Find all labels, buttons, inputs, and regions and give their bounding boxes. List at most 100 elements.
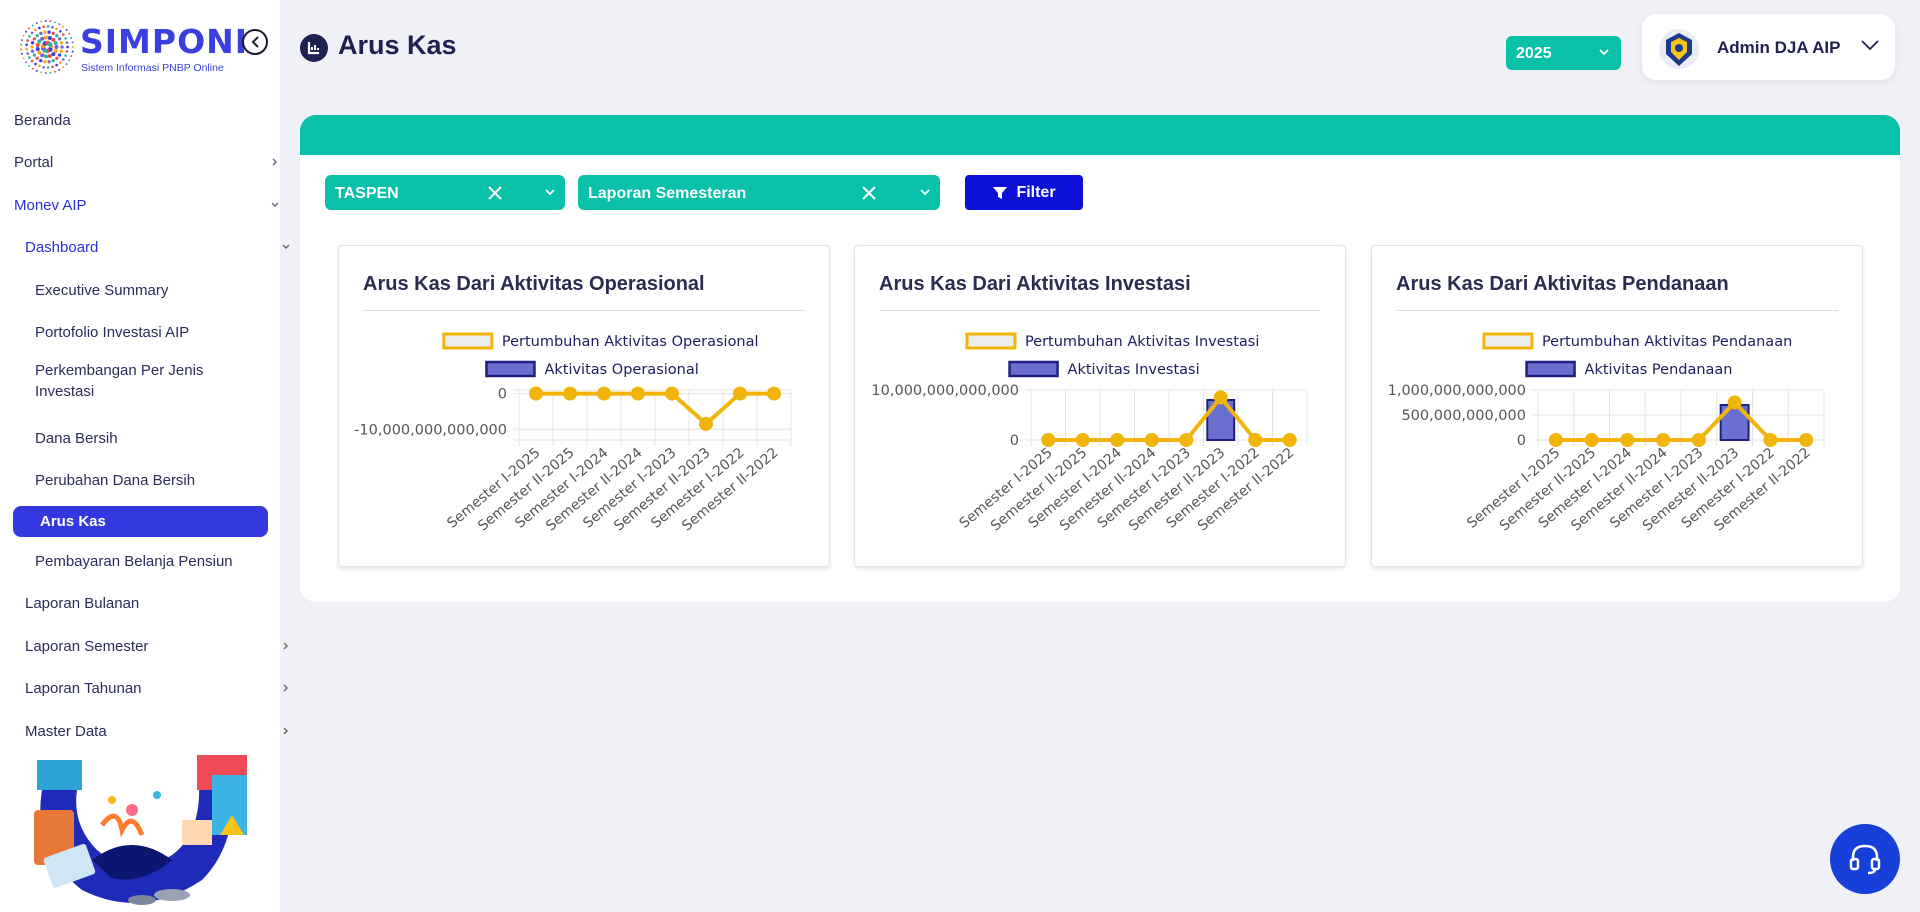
data-point (1041, 433, 1056, 447)
y-tick-label: -10,000,000,000,000 (354, 422, 507, 438)
sidebar-item-label: Beranda (14, 111, 71, 129)
legend-label: Pertumbuhan Aktivitas Pendanaan (1542, 334, 1792, 350)
sidebar-item-label: Portofolio Investasi AIP (35, 323, 190, 341)
sidebar-item-executive-summary[interactable]: Executive Summary (35, 274, 303, 306)
sidebar-item-laporan-bulanan[interactable]: Laporan Bulanan (25, 587, 293, 619)
data-point (1248, 433, 1263, 447)
legend-label: Aktivitas Pendanaan (1585, 362, 1733, 378)
sidebar-item-pembayaran-belanja-pensiun[interactable]: Pembayaran Belanja Pensiun (35, 545, 303, 577)
filter-button[interactable]: Filter (965, 175, 1083, 210)
year-select[interactable]: 2025 (1506, 36, 1621, 70)
clear-icon[interactable] (487, 185, 503, 201)
sidebar-item-laporan-semester[interactable]: Laporan Semester (25, 630, 293, 662)
chart-card-pendanaan: Pertumbuhan Aktivitas Pendanaan Aktivitas… (1371, 245, 1863, 567)
logo[interactable]: SIMPONI Sistem Informasi PNBP Online (18, 18, 247, 78)
data-point (1727, 395, 1742, 410)
sidebar: SIMPONI Sistem Informasi PNBP Online Ber… (0, 0, 290, 912)
legend-label: Aktivitas Investasi (1068, 362, 1200, 378)
sidebar-item-label: Laporan Bulanan (25, 594, 140, 612)
sidebar-item-portofolio-investasi-aip[interactable]: Portofolio Investasi AIP (35, 316, 303, 348)
data-point (733, 386, 747, 401)
data-point (1144, 433, 1159, 447)
legend-swatch-line (965, 332, 1017, 350)
filter-label: Filter (1016, 183, 1056, 201)
legend-swatch-bar (1525, 360, 1576, 378)
card-header-band (300, 115, 1900, 155)
sidebar-item-label: Dashboard (25, 238, 99, 256)
data-point (1075, 433, 1090, 447)
chevron-right-icon (283, 684, 288, 692)
sidebar-item-label: Laporan Semester (25, 637, 149, 655)
sidebar-item-master-data[interactable]: Master Data (25, 715, 293, 747)
sidebar-item-dashboard[interactable]: Dashboard (25, 231, 293, 263)
collapse-sidebar-button[interactable] (242, 29, 268, 55)
chevron-down-icon (271, 202, 279, 207)
user-name: Admin DJA AIP (1717, 38, 1841, 57)
sidebar-item-laporan-tahunan[interactable]: Laporan Tahunan (25, 672, 293, 704)
sidebar-item-portal[interactable]: Portal (14, 146, 282, 178)
chart-title: Arus Kas Dari Aktivitas Pendanaan (1396, 273, 1729, 295)
data-point (665, 386, 679, 401)
funnel-icon (993, 186, 1008, 199)
sidebar-item-label: Portal (14, 153, 54, 171)
entity-value: TASPEN (335, 185, 399, 202)
legend-label: Aktivitas Operasional (544, 362, 698, 378)
data-point (563, 386, 577, 401)
sidebar-item-dana-bersih[interactable]: Dana Bersih (35, 422, 303, 454)
logo-mark-icon (20, 20, 74, 74)
sidebar-item-label: Dana Bersih (35, 429, 118, 447)
chevron-down-icon (1599, 49, 1609, 56)
help-chat-button[interactable] (1830, 824, 1900, 894)
y-tick-label: 0 (498, 387, 507, 403)
sidebar-item-label: Arus Kas (40, 513, 106, 530)
report-type-select[interactable]: Laporan Semesteran (578, 175, 940, 210)
data-point (1282, 433, 1297, 447)
page-title: Arus Kas (338, 30, 457, 60)
brand-tagline: Sistem Informasi PNBP Online (81, 62, 224, 74)
chevron-right-icon (272, 158, 277, 166)
data-point (1799, 433, 1814, 447)
data-point (529, 386, 543, 401)
brand-name: SIMPONI (80, 22, 249, 61)
headset-icon (1849, 844, 1881, 875)
report-icon (300, 34, 328, 62)
sidebar-illustration (34, 755, 247, 905)
sidebar-item-monev-aip[interactable]: Monev AIP (14, 189, 282, 221)
sidebar-item-label: Perubahan Dana Bersih (35, 471, 196, 489)
data-point (1548, 433, 1563, 447)
chevron-down-icon (1861, 40, 1879, 51)
y-tick-label: 500,000,000,000 (1401, 408, 1526, 424)
data-point (631, 386, 645, 401)
data-point (1656, 433, 1671, 447)
entity-select[interactable]: TASPEN (325, 175, 565, 210)
legend-swatch-bar (485, 360, 536, 378)
sidebar-item-label: Executive Summary (35, 281, 169, 299)
data-point (767, 386, 781, 401)
chart-card-investasi: Pertumbuhan Aktivitas Investasi Aktivitas… (854, 245, 1346, 567)
sidebar-item-beranda[interactable]: Beranda (14, 104, 282, 136)
ministry-emblem-icon (1659, 29, 1699, 69)
sidebar-item-label: Perkembangan Per Jenis Investasi (35, 362, 204, 400)
y-tick-label: 0 (1517, 433, 1526, 449)
data-point (1213, 390, 1228, 405)
y-tick-label: 1,000,000,000,000 (1388, 383, 1526, 399)
sidebar-item-label: Laporan Tahunan (25, 679, 142, 697)
sidebar-item-perkembangan-per-jenis-investasi[interactable]: Perkembangan Per Jenis Investasi (35, 359, 235, 403)
clear-icon[interactable] (861, 185, 877, 201)
data-point (1620, 433, 1635, 447)
user-menu[interactable]: Admin DJA AIP (1642, 14, 1895, 80)
chart-title: Arus Kas Dari Aktivitas Operasional (363, 273, 705, 295)
chart-title: Arus Kas Dari Aktivitas Investasi (879, 273, 1191, 295)
sidebar-item-label: Pembayaran Belanja Pensiun (35, 552, 233, 570)
y-tick-label: 0 (1010, 433, 1019, 449)
chevron-left-icon (251, 36, 259, 48)
data-point (699, 416, 713, 431)
sidebar-item-arus-kas[interactable]: Arus Kas (13, 506, 268, 537)
data-point (1179, 433, 1194, 447)
legend-swatch-bar (1008, 360, 1059, 378)
legend-swatch-line (442, 332, 494, 350)
legend-label: Pertumbuhan Aktivitas Investasi (1025, 334, 1259, 350)
sidebar-item-label: Monev AIP (14, 196, 87, 214)
chart-card-operasional: Pertumbuhan Aktivitas Operasional Aktivit… (338, 245, 830, 567)
sidebar-item-perubahan-dana-bersih[interactable]: Perubahan Dana Bersih (35, 464, 303, 496)
